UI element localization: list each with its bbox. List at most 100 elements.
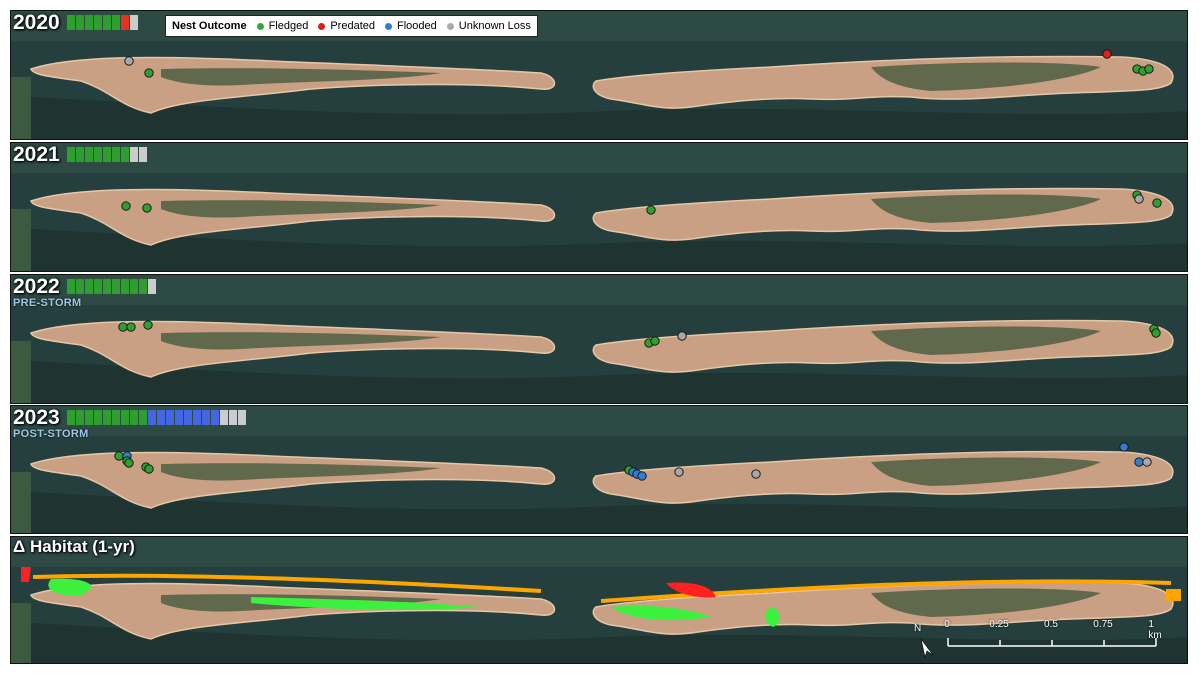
tally-cell-unknown <box>229 410 237 425</box>
nest-marker-fledged <box>121 201 131 211</box>
tally-cell-fledged <box>67 147 75 162</box>
tally-cell-fledged <box>121 279 129 294</box>
tally-cell-unknown <box>130 15 138 30</box>
ocean-band <box>11 275 1187 305</box>
nest-marker-predated <box>1102 49 1112 59</box>
tally-cell-fledged <box>130 279 138 294</box>
tally-cell-fledged <box>112 15 120 30</box>
tally-cell-fledged <box>85 410 93 425</box>
legend-label-unknown: Unknown Loss <box>458 20 531 32</box>
scale-bar: 0 0.25 0.5 0.75 1 km <box>944 619 1167 653</box>
nest-marker-fledged <box>144 464 154 474</box>
map-panel-2023: 2023 POST-STORM <box>10 405 1188 534</box>
tally-cell-fledged <box>103 15 111 30</box>
tally-cell-fledged <box>85 279 93 294</box>
north-label: N <box>914 623 922 634</box>
nest-marker-fledged <box>143 320 153 330</box>
tally-cell-fledged <box>67 15 75 30</box>
mainland-marsh <box>11 209 31 271</box>
legend-item-predated: Predated <box>318 20 375 32</box>
tally-cell-unknown <box>220 410 228 425</box>
nest-marker-unknown <box>124 56 134 66</box>
nest-marker-fledged <box>646 205 656 215</box>
tally-cell-unknown <box>148 279 156 294</box>
ocean-band <box>11 143 1187 173</box>
legend-item-flooded: Flooded <box>385 20 437 32</box>
nest-tally-2020 <box>67 15 138 30</box>
tally-cell-fledged <box>103 279 111 294</box>
nest-marker-fledged <box>142 203 152 213</box>
flooded-swatch <box>385 22 392 30</box>
tally-cell-fledged <box>76 15 84 30</box>
tally-cell-flooded <box>211 410 219 425</box>
habitat-change-title: Δ Habitat (1-yr) <box>13 537 135 556</box>
map-panel-2021: 2021 <box>10 142 1188 272</box>
nest-tally-2023 <box>67 410 246 425</box>
island-map-2022 <box>11 275 1187 403</box>
legend-label-fledged: Fledged <box>268 20 309 32</box>
tally-cell-flooded <box>148 410 156 425</box>
tally-cell-fledged <box>94 15 102 30</box>
year-label-2022: 2022 <box>13 275 60 298</box>
tally-cell-predated <box>121 15 129 30</box>
nest-marker-unknown <box>674 467 684 477</box>
island-map-2021 <box>11 143 1187 271</box>
nest-tally-2021 <box>67 147 147 162</box>
tally-cell-fledged <box>67 410 75 425</box>
nest-marker-fledged <box>1144 64 1154 74</box>
mainland-marsh <box>11 603 31 663</box>
nest-marker-flooded <box>1119 442 1129 452</box>
unknown-swatch <box>446 22 454 30</box>
predated-swatch <box>318 22 326 30</box>
tally-cell-unknown <box>130 147 138 162</box>
nest-marker-fledged <box>114 451 124 461</box>
tally-cell-flooded <box>166 410 174 425</box>
habitat-change-east-tip <box>1166 589 1181 601</box>
mainland-marsh <box>11 77 31 139</box>
tally-cell-flooded <box>157 410 165 425</box>
post-storm-label: POST-STORM <box>13 428 89 440</box>
tally-cell-fledged <box>94 279 102 294</box>
year-label-2021: 2021 <box>13 143 60 166</box>
tally-cell-fledged <box>139 279 147 294</box>
tally-cell-fledged <box>112 410 120 425</box>
island-map-2023 <box>11 406 1187 533</box>
nest-tally-2022 <box>67 279 156 294</box>
north-arrow-icon <box>920 638 934 659</box>
nest-marker-unknown <box>751 469 761 479</box>
tally-cell-fledged <box>85 15 93 30</box>
nest-marker-fledged <box>1151 328 1161 338</box>
tally-cell-fledged <box>76 279 84 294</box>
legend-label-flooded: Flooded <box>397 20 437 32</box>
habitat-change-panel: Δ Habitat (1-yr) N 0 0.25 0.5 0.75 1 km <box>10 536 1188 664</box>
mainland-marsh <box>11 341 31 403</box>
tally-cell-flooded <box>193 410 201 425</box>
nest-marker-fledged <box>118 322 128 332</box>
tally-cell-fledged <box>139 410 147 425</box>
tally-cell-fledged <box>94 410 102 425</box>
legend-item-fledged: Fledged <box>256 20 309 32</box>
nest-marker-fledged <box>1152 198 1162 208</box>
pre-storm-label: PRE-STORM <box>13 297 82 309</box>
tally-cell-fledged <box>121 147 129 162</box>
tally-cell-fledged <box>121 410 129 425</box>
map-panel-2022: 2022 PRE-STORM <box>10 274 1188 404</box>
nest-marker-unknown <box>1142 457 1152 467</box>
tally-cell-fledged <box>130 410 138 425</box>
tally-cell-fledged <box>112 279 120 294</box>
nest-marker-flooded <box>1134 457 1144 467</box>
nest-marker-unknown <box>677 331 687 341</box>
nest-marker-fledged <box>650 336 660 346</box>
tally-cell-fledged <box>94 147 102 162</box>
tally-cell-fledged <box>67 279 75 294</box>
scale-bar-line <box>947 638 1157 647</box>
legend-item-unknown: Unknown Loss <box>446 20 531 32</box>
legend-label-predated: Predated <box>330 20 375 32</box>
year-label-2020: 2020 <box>13 11 60 34</box>
nest-marker-fledged <box>144 68 154 78</box>
legend-title: Nest Outcome <box>172 20 247 32</box>
nest-marker-unknown <box>1134 194 1144 204</box>
tally-cell-unknown <box>139 147 147 162</box>
tally-cell-flooded <box>175 410 183 425</box>
tally-cell-fledged <box>76 410 84 425</box>
